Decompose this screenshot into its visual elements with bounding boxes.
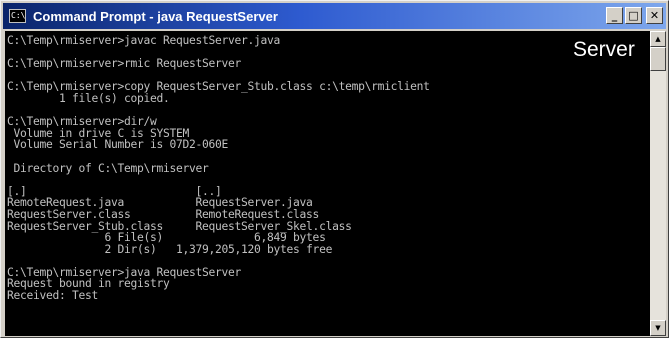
window-title: Command Prompt - java RequestServer [33, 8, 278, 24]
scroll-thumb[interactable] [650, 47, 666, 71]
console-line: C:\Temp\rmiserver>javac RequestServer.ja… [7, 34, 281, 47]
console-line: 2 Dir(s) 1,379,205,120 bytes free [7, 242, 333, 256]
scroll-up-button[interactable]: ▲ [650, 31, 666, 47]
console-line: C:\Temp\rmiserver>dir/w [7, 115, 157, 129]
server-label: Server [573, 38, 635, 61]
minimize-button[interactable]: _ [606, 7, 623, 24]
window-controls: _ □ ✕ [604, 7, 663, 24]
console-area[interactable]: C:\Temp\rmiserver>javac RequestServer.ja… [5, 31, 666, 336]
console-line: RequestServer.class RemoteRequest.class [7, 207, 320, 221]
vertical-scrollbar[interactable]: ▲ ▼ [650, 31, 666, 336]
command-prompt-window: C:\ Command Prompt - java RequestServer … [0, 0, 669, 338]
title-bar[interactable]: C:\ Command Prompt - java RequestServer … [3, 3, 666, 29]
console-line: Request bound in registry [7, 277, 170, 291]
console-line: 1 file(s) copied. [7, 91, 170, 105]
console-output: C:\Temp\rmiserver>javac RequestServer.ja… [7, 35, 647, 302]
close-button[interactable]: ✕ [646, 7, 663, 24]
console-line: Directory of C:\Temp\rmiserver [7, 161, 209, 175]
console-line: Volume Serial Number is 07D2-060E [7, 138, 229, 152]
scroll-down-button[interactable]: ▼ [650, 320, 666, 336]
command-prompt-icon[interactable]: C:\ [9, 9, 26, 23]
maximize-button[interactable]: □ [625, 7, 642, 24]
console-line: C:\Temp\rmiserver>rmic RequestServer [7, 57, 242, 71]
console-line: 6 File(s) 6,849 bytes [7, 231, 326, 245]
console-line: Received: Test [7, 289, 99, 303]
